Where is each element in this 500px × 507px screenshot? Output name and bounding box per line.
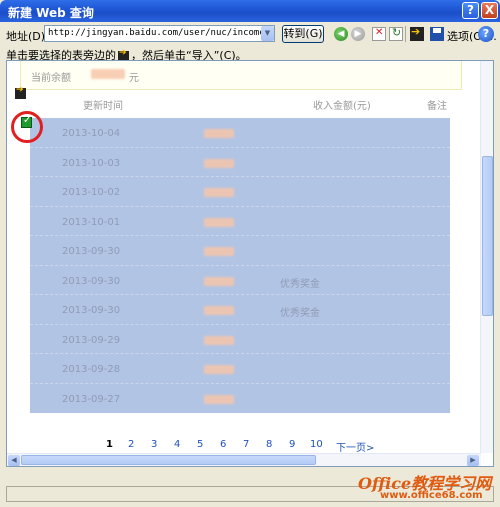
table-row: 2013-09-30 优秀奖金	[30, 266, 450, 295]
save-query-icon[interactable]	[430, 27, 444, 41]
select-page-arrow-icon[interactable]	[15, 85, 26, 99]
go-button[interactable]: 转到(G)	[282, 25, 324, 43]
balance-value-blurred	[91, 69, 125, 79]
table-row: 2013-09-28	[30, 354, 450, 384]
header-note: 备注	[427, 101, 447, 112]
address-input[interactable]: http://jingyan.baidu.com/user/nuc/income…	[44, 25, 275, 42]
balance-label: 当前余额	[31, 73, 71, 84]
refresh-icon[interactable]	[389, 26, 403, 41]
page-link-2[interactable]: 2	[128, 439, 134, 450]
amount-blurred	[204, 306, 234, 315]
page-link-8[interactable]: 8	[266, 439, 272, 450]
page-link-5[interactable]: 5	[197, 439, 203, 450]
forward-icon[interactable]: ▶	[351, 27, 365, 41]
watermark-url: www.office68.com	[380, 490, 483, 501]
info-icon[interactable]: ?	[478, 26, 494, 42]
page-link-7[interactable]: 7	[243, 439, 249, 450]
page-link-1[interactable]: 1	[106, 439, 113, 450]
web-preview-frame: 当前余额 元 更新时间 收入金额(元) 备注 2013-10-04 2013-1…	[6, 60, 494, 467]
title-bar: 新建 Web 查询	[0, 0, 500, 22]
amount-blurred	[204, 365, 234, 374]
amount-blurred	[204, 276, 234, 286]
header-income: 收入金额(元)	[313, 101, 371, 112]
scroll-right-icon[interactable]: ▶	[467, 455, 479, 466]
table-row: 2013-10-04	[30, 118, 450, 148]
amount-blurred	[204, 188, 234, 197]
horizontal-scroll-thumb[interactable]	[21, 455, 316, 465]
amount-blurred	[204, 247, 234, 256]
table-row: 2013-10-03	[30, 148, 450, 177]
amount-blurred	[204, 394, 234, 404]
table-row: 2013-10-01	[30, 207, 450, 236]
page-link-10[interactable]: 10	[310, 439, 323, 450]
amount-blurred	[204, 158, 234, 168]
vertical-scrollbar[interactable]	[480, 61, 493, 453]
header-updated-time: 更新时间	[83, 101, 123, 112]
amount-blurred	[204, 129, 234, 138]
page-link-3[interactable]: 3	[151, 439, 157, 450]
table-row: 2013-09-27	[30, 384, 450, 414]
amount-blurred	[204, 217, 234, 227]
page-link-4[interactable]: 4	[174, 439, 180, 450]
page-link-9[interactable]: 9	[289, 439, 295, 450]
address-dropdown-icon[interactable]: ▼	[261, 26, 274, 41]
table-row: 2013-09-30	[30, 236, 450, 266]
address-label: 地址(D):	[6, 30, 49, 43]
selected-table[interactable]: 2013-10-04 2013-10-03 2013-10-02 2013-10…	[30, 118, 450, 413]
address-toolbar: 地址(D): http://jingyan.baidu.com/user/nuc…	[0, 23, 500, 45]
next-page-link[interactable]: 下一页>	[336, 439, 374, 454]
balance-unit: 元	[129, 73, 139, 84]
scroll-left-icon[interactable]: ◀	[8, 455, 20, 466]
highlight-circle	[11, 111, 43, 143]
help-button[interactable]: ?	[462, 2, 479, 19]
table-row: 2013-10-02	[30, 177, 450, 207]
balance-panel: 当前余额 元	[20, 61, 462, 90]
amount-blurred	[204, 335, 234, 345]
import-icon[interactable]	[410, 25, 424, 41]
toolbar-divider	[405, 26, 406, 42]
close-button[interactable]: X	[481, 2, 498, 19]
window-title: 新建 Web 查询	[8, 6, 94, 20]
horizontal-scrollbar[interactable]: ◀ ▶	[7, 453, 481, 466]
table-row: 2013-09-30 优秀奖金	[30, 295, 450, 325]
page-link-6[interactable]: 6	[220, 439, 226, 450]
table-row: 2013-09-29	[30, 325, 450, 354]
vertical-scroll-thumb[interactable]	[482, 156, 493, 316]
back-icon[interactable]: ◀	[334, 27, 348, 41]
stop-icon[interactable]	[372, 27, 386, 41]
